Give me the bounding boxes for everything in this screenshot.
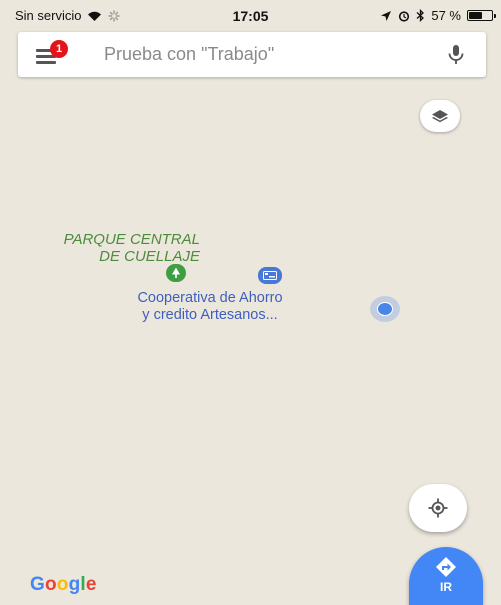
google-logo: Google (30, 574, 97, 596)
layers-button[interactable] (420, 100, 460, 132)
search-input[interactable] (104, 40, 404, 68)
battery-icon (467, 10, 496, 21)
battery-level-fill (469, 12, 482, 19)
current-location-marker[interactable] (370, 296, 400, 322)
my-location-icon (428, 498, 448, 518)
current-location-dot (377, 302, 393, 316)
park-label[interactable]: PARQUE CENTRAL DE CUELLAJE (20, 231, 200, 265)
poi-label[interactable]: Cooperativa de Ahorro y credito Artesano… (100, 290, 320, 324)
google-logo-letter: o (56, 574, 69, 595)
park-tree-icon[interactable] (166, 264, 186, 282)
search-bar[interactable]: 1 (18, 32, 486, 77)
menu-button[interactable]: 1 (36, 40, 68, 66)
google-logo-letter: g (68, 574, 81, 595)
menu-icon-line (36, 61, 56, 64)
poi-label-line1: Cooperativa de Ahorro (137, 290, 283, 306)
tree-glyph-icon (172, 267, 180, 278)
status-right: 57 % (380, 8, 496, 23)
google-logo-letter: e (85, 574, 97, 595)
park-label-line2: DE CUELLAJE (99, 248, 200, 265)
status-bar: Sin servicio 17:05 57 % (0, 0, 501, 30)
notification-badge: 1 (50, 40, 68, 58)
bluetooth-icon (416, 9, 425, 22)
directions-label: IR (440, 580, 452, 594)
mic-icon (448, 45, 464, 64)
directions-button[interactable]: IR (409, 547, 483, 605)
atm-glyph-icon (263, 271, 277, 280)
park-label-line1: PARQUE CENTRAL (63, 231, 200, 248)
battery-percent: 57 % (431, 8, 461, 23)
google-logo-letter: o (44, 574, 57, 595)
location-arrow-icon (381, 10, 392, 21)
poi-label-line2: y credito Artesanos... (142, 307, 278, 323)
directions-icon (436, 557, 456, 577)
mic-button[interactable] (446, 44, 466, 66)
atm-icon[interactable] (258, 267, 282, 284)
recenter-button[interactable] (409, 484, 467, 532)
alarm-icon (399, 10, 410, 22)
google-logo-letter: G (30, 574, 45, 595)
layers-icon (432, 110, 448, 123)
